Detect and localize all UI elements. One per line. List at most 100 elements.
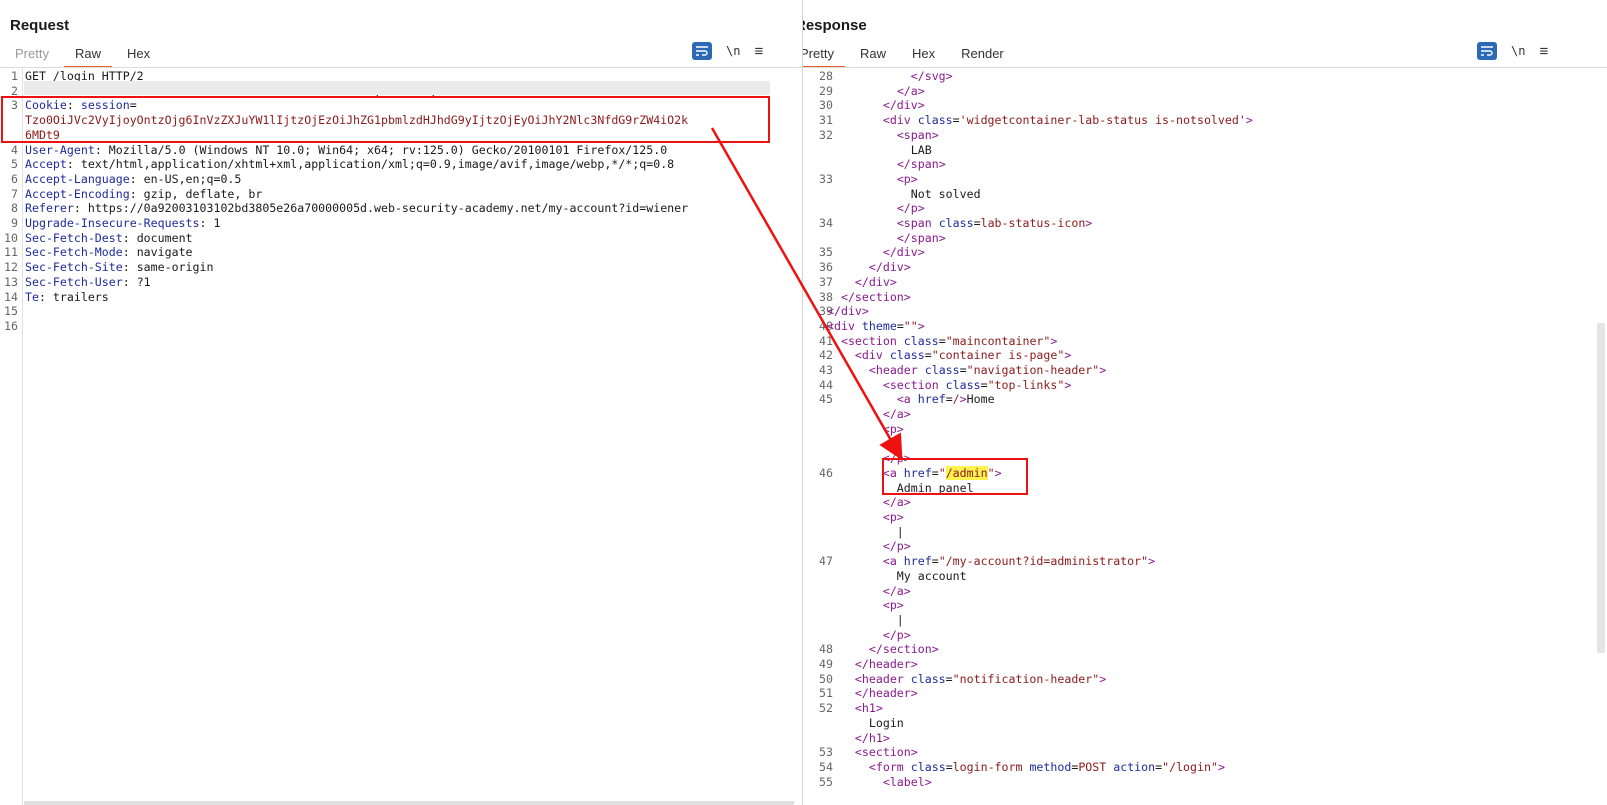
- code-line: </header>: [827, 657, 918, 672]
- code-token: class: [917, 113, 953, 128]
- code-line: My account: [827, 569, 967, 584]
- code-token: action: [1113, 759, 1156, 774]
- code-token: >: [1064, 377, 1072, 392]
- code-token: <div: [854, 348, 890, 363]
- code-token: href: [917, 392, 946, 407]
- code-token: : 1: [199, 216, 221, 230]
- request-horizontal-scrollbar[interactable]: [24, 801, 794, 805]
- code-line: <a href="/my-account?id=administrator">: [827, 554, 1155, 569]
- code-line: Sec-Fetch-Dest: document: [25, 231, 193, 246]
- request-tab-hex[interactable]: Hex: [116, 44, 161, 66]
- response-menu-icon[interactable]: ≡: [1539, 44, 1548, 59]
- code-line: </span>: [827, 157, 946, 172]
- code-token: </svg>: [910, 69, 953, 83]
- line-number: 5: [11, 157, 18, 172]
- response-editor[interactable]: 28 </svg> 29 </a> 30 </div> 31 <div class='…: [803, 68, 1607, 805]
- code-token: Not solved: [827, 186, 981, 201]
- request-tab-pretty[interactable]: Pretty: [4, 44, 60, 66]
- code-line: |: [827, 437, 904, 452]
- word-wrap-icon[interactable]: [692, 42, 712, 60]
- code-line: Login: [827, 716, 904, 731]
- response-tab-pretty[interactable]: Pretty: [803, 44, 845, 68]
- response-tab-render[interactable]: Render: [950, 44, 1015, 66]
- code-token: "maincontainer": [945, 333, 1051, 348]
- code-line: </span>: [827, 231, 946, 246]
- code-line: <h1>: [827, 701, 883, 716]
- response-tab-raw[interactable]: Raw: [849, 44, 897, 66]
- code-token: <header: [868, 363, 925, 377]
- code-token: =: [945, 392, 953, 407]
- code-line: Accept: text/html,application/xhtml+xml,…: [25, 157, 674, 172]
- code-line: <header class="navigation-header">: [827, 363, 1106, 378]
- word-wrap-icon[interactable]: [1477, 42, 1497, 60]
- code-token: LAB: [827, 142, 932, 157]
- code-line: <p>: [827, 422, 904, 437]
- code-line: Referer: https://0a92003103102bd3805e26a…: [25, 201, 688, 216]
- code-line: <p>: [827, 598, 904, 613]
- code-token: <span>: [896, 127, 939, 142]
- code-token: =: [952, 113, 960, 128]
- request-menu-icon[interactable]: ≡: [754, 44, 763, 59]
- show-newlines-toggle[interactable]: \n: [1511, 44, 1525, 58]
- code-token: =: [959, 363, 967, 377]
- code-token: =: [945, 671, 953, 686]
- line-number: 4: [11, 142, 18, 157]
- request-editor[interactable]: 1GET /login HTTP/22Host: 0a92003103102bd…: [0, 68, 802, 805]
- code-line: </a>: [827, 407, 911, 422]
- code-token: </div>: [882, 98, 925, 113]
- code-line: </div>: [827, 245, 925, 260]
- code-token: </section>: [868, 642, 939, 657]
- code-token: : https://0a92003103102bd3805e26a7000000…: [73, 201, 689, 216]
- code-token: Te: [25, 289, 39, 304]
- request-toolbar: \n ≡: [692, 42, 763, 60]
- response-title: Response: [803, 17, 867, 34]
- code-token: >: [1099, 671, 1107, 686]
- code-line: </section>: [827, 642, 939, 657]
- code-token: <section>: [854, 745, 918, 760]
- code-line: </div>: [827, 98, 925, 113]
- code-token: </header>: [854, 657, 918, 671]
- response-tab-hex[interactable]: Hex: [901, 44, 946, 66]
- code-token: =: [980, 377, 988, 392]
- code-token: </span>: [896, 230, 946, 245]
- line-number: 15: [4, 304, 18, 319]
- code-token: Home: [966, 392, 995, 407]
- code-line: Upgrade-Insecure-Requests: 1: [25, 216, 220, 231]
- code-token: Upgrade-Insecure-Requests: [25, 216, 200, 230]
- request-pane: Request Pretty Raw Hex \n ≡ 1 GET /login …: [0, 0, 802, 805]
- code-token: "/login": [1162, 759, 1218, 774]
- code-line: <label>: [827, 775, 932, 790]
- code-token: Accept: [25, 157, 67, 172]
- request-title: Request: [10, 17, 70, 34]
- code-line: </p>: [827, 628, 911, 643]
- code-line: </a>: [827, 495, 911, 510]
- request-tab-raw[interactable]: Raw: [63, 44, 112, 68]
- code-token: </p>: [882, 539, 911, 554]
- code-token: <p>: [882, 598, 904, 613]
- response-vertical-scrollbar[interactable]: [1597, 323, 1605, 653]
- request-tabs: Pretty Raw Hex: [4, 44, 165, 68]
- response-pane: Response Pretty Raw Hex Render \n ≡ 28 <…: [803, 0, 1607, 805]
- code-line: Not solved: [827, 187, 981, 202]
- show-newlines-toggle[interactable]: \n: [726, 44, 740, 58]
- code-line: <div class='widgetcontainer-lab-status i…: [827, 113, 1253, 128]
- admin-link-annotation-box: [882, 458, 1028, 495]
- code-line: <p>: [827, 172, 918, 187]
- code-token: </a>: [896, 83, 925, 98]
- code-token: </a>: [882, 583, 911, 598]
- line-number: 8: [11, 201, 18, 216]
